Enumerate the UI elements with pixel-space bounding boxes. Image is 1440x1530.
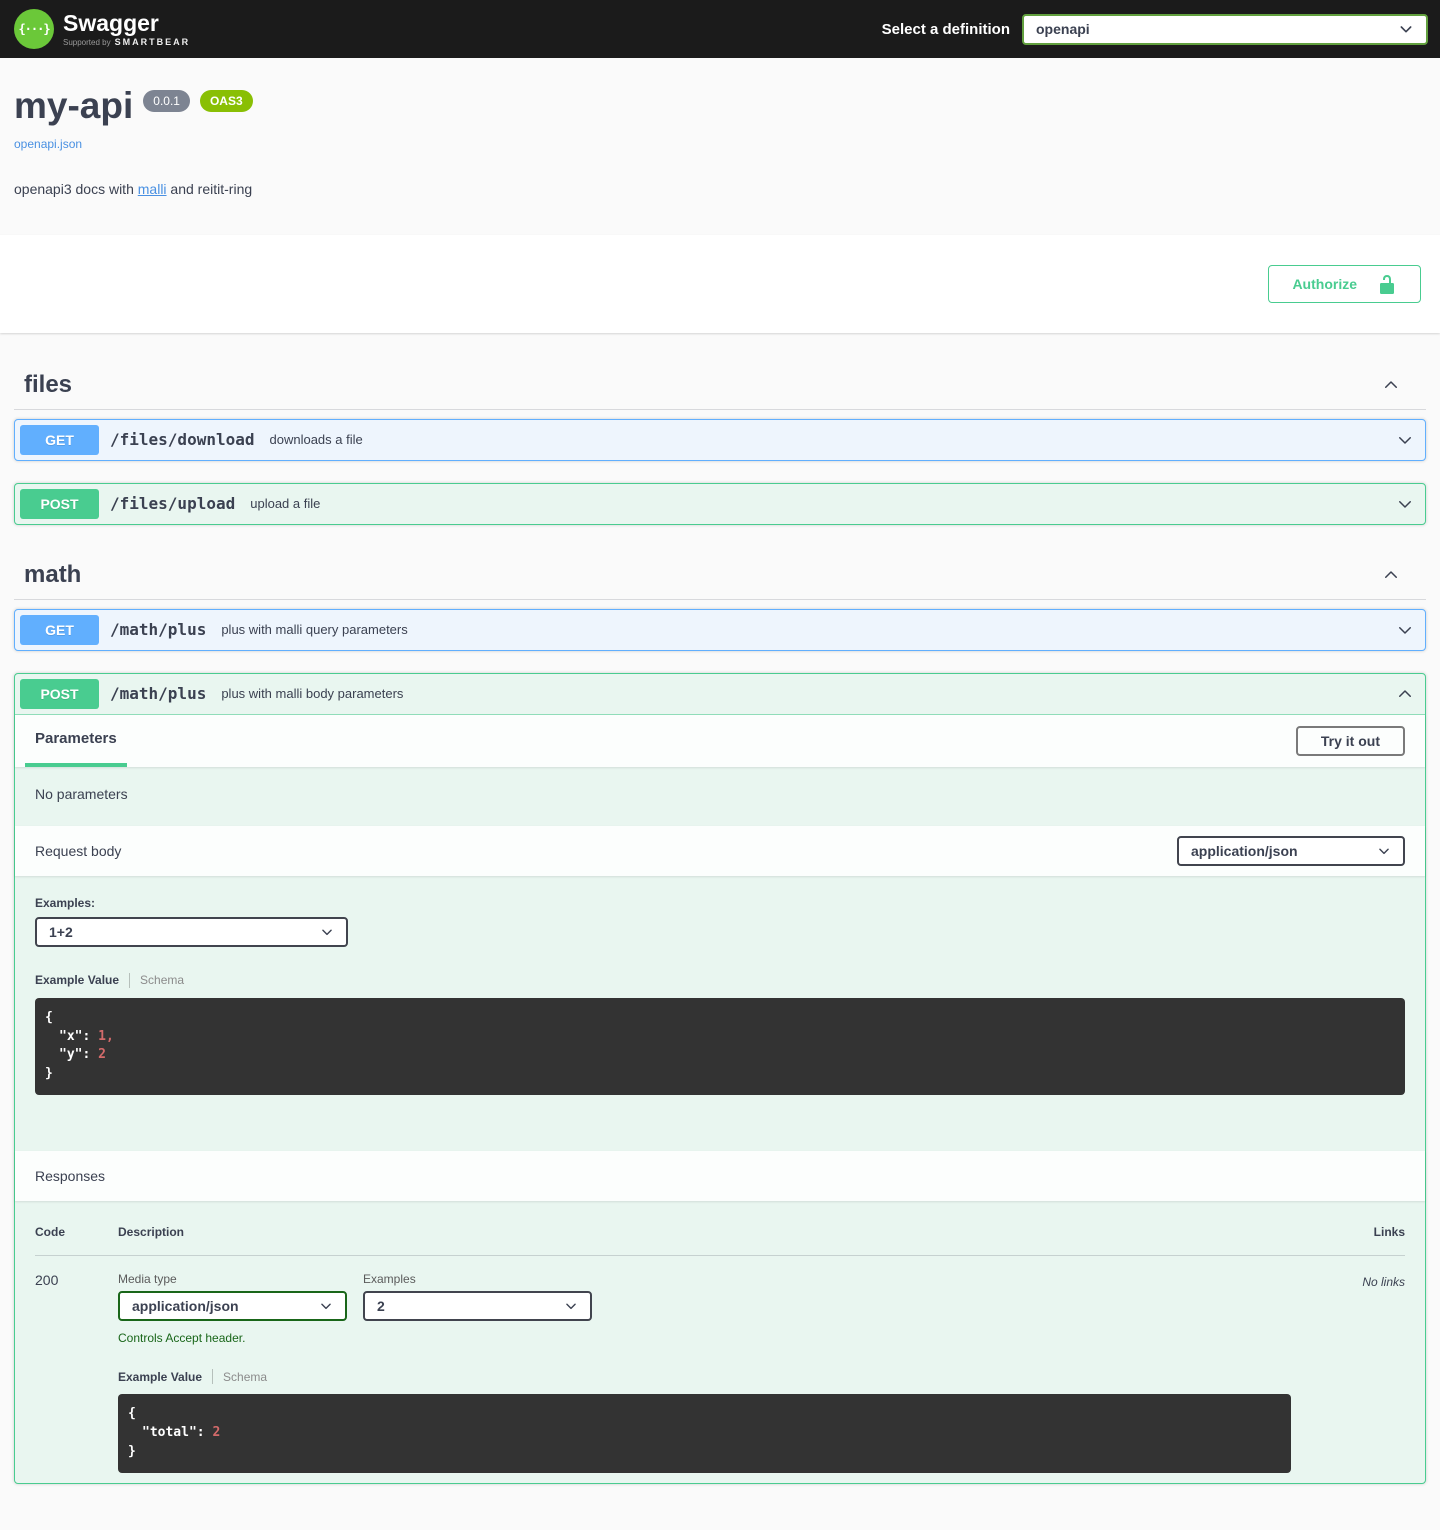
description-column-header: Description xyxy=(118,1225,1291,1239)
info-section: my-api 0.0.1 OAS3 openapi.json openapi3 … xyxy=(0,58,1440,235)
opblock-summary[interactable]: GET /math/plus plus with malli query par… xyxy=(15,610,1425,650)
opblock-summary[interactable]: POST /files/upload upload a file xyxy=(15,484,1425,524)
response-examples-label: Examples xyxy=(363,1272,592,1286)
opblock-summary[interactable]: POST /math/plus plus with malli body par… xyxy=(15,674,1425,715)
request-examples-select[interactable]: 1+2 xyxy=(35,917,348,947)
try-it-out-button[interactable]: Try it out xyxy=(1296,726,1405,756)
operation-summary: downloads a file xyxy=(270,432,1391,447)
responses-label: Responses xyxy=(35,1168,105,1184)
no-links-text: No links xyxy=(1291,1272,1405,1473)
links-column-header: Links xyxy=(1291,1225,1405,1239)
version-badge: 0.0.1 xyxy=(143,90,190,112)
method-badge: GET xyxy=(20,615,99,645)
tab-example-value[interactable]: Example Value xyxy=(118,1370,212,1384)
opblock-get-files-download: GET /files/download downloads a file xyxy=(14,419,1426,461)
chevron-down-icon xyxy=(319,1299,333,1313)
chevron-up-icon xyxy=(1382,566,1400,584)
chevron-down-icon xyxy=(1396,621,1414,639)
operations-wrapper: files GET /files/download downloads a fi… xyxy=(0,361,1440,1530)
tag-title: files xyxy=(24,371,72,399)
chevron-down-icon xyxy=(1396,495,1414,513)
authorize-button[interactable]: Authorize xyxy=(1268,265,1421,303)
response-example-code-block: { "total": 2 } xyxy=(118,1394,1291,1473)
code-column-header: Code xyxy=(35,1225,118,1239)
page-title: my-api xyxy=(14,86,133,127)
brand-name: Swagger xyxy=(63,12,190,35)
operation-path: /files/download xyxy=(110,430,255,449)
collapse-section-button[interactable] xyxy=(1376,566,1406,584)
chevron-down-icon xyxy=(1398,21,1414,37)
api-description: openapi3 docs with malli and reitit-ring xyxy=(14,181,1420,197)
select-definition-label: Select a definition xyxy=(882,21,1010,38)
opblock-post-files-upload: POST /files/upload upload a file xyxy=(14,483,1426,525)
scheme-container: Authorize xyxy=(0,235,1440,333)
response-content-type-select[interactable]: application/json xyxy=(118,1291,347,1321)
opblock-get-math-plus: GET /math/plus plus with malli query par… xyxy=(14,609,1426,651)
chevron-down-icon xyxy=(1377,844,1391,858)
section-body-math: GET /math/plus plus with malli query par… xyxy=(14,600,1426,1510)
section-body-files: GET /files/download downloads a file POS… xyxy=(14,410,1426,551)
operation-path: /files/upload xyxy=(110,494,235,513)
swagger-brand[interactable]: {···} Swagger Supported by SMARTBEAR xyxy=(14,9,190,49)
response-code: 200 xyxy=(35,1272,118,1473)
chevron-up-icon xyxy=(1382,376,1400,394)
operation-summary: plus with malli query parameters xyxy=(221,622,1390,637)
tag-section-header-files[interactable]: files xyxy=(14,361,1426,410)
request-body-content: Examples: 1+2 Example Value Schema { "x"… xyxy=(15,876,1425,1151)
bottom-spacer xyxy=(14,1510,1426,1530)
expand-operation-button[interactable] xyxy=(1390,621,1420,639)
oas-badge: OAS3 xyxy=(200,90,253,112)
model-example-tabs: Example Value Schema xyxy=(35,973,1405,988)
swagger-logo-icon: {···} xyxy=(14,9,54,49)
responses-table: Code Description Links 200 Media type ap… xyxy=(15,1201,1425,1483)
chevron-down-icon xyxy=(320,925,334,939)
response-examples-select[interactable]: 2 xyxy=(363,1291,592,1321)
parameters-header: Parameters Try it out xyxy=(15,715,1425,767)
method-badge: POST xyxy=(20,679,99,709)
response-examples-block: Examples 2 xyxy=(363,1272,592,1345)
media-type-label: Media type xyxy=(118,1272,347,1286)
examples-label: Examples: xyxy=(35,896,1405,910)
chevron-up-icon xyxy=(1396,685,1414,703)
definition-select-value: openapi xyxy=(1036,21,1090,37)
tab-example-value[interactable]: Example Value xyxy=(35,973,129,987)
opblock-summary[interactable]: GET /files/download downloads a file xyxy=(15,420,1425,460)
opblock-post-math-plus: POST /math/plus plus with malli body par… xyxy=(14,673,1426,1484)
brand-subtitle: Supported by SMARTBEAR xyxy=(63,38,190,47)
request-body-label: Request body xyxy=(35,843,121,859)
controls-accept-header-note: Controls Accept header. xyxy=(118,1331,347,1345)
collapse-section-button[interactable] xyxy=(1376,376,1406,394)
expand-operation-button[interactable] xyxy=(1390,431,1420,449)
operation-summary: plus with malli body parameters xyxy=(221,686,1390,701)
operation-summary: upload a file xyxy=(250,496,1390,511)
topbar: {···} Swagger Supported by SMARTBEAR Sel… xyxy=(0,0,1440,58)
tab-schema[interactable]: Schema xyxy=(213,1370,267,1384)
collapse-operation-button[interactable] xyxy=(1390,685,1420,703)
expand-operation-button[interactable] xyxy=(1390,495,1420,513)
smartbear-logo-text: SMARTBEAR xyxy=(115,38,191,47)
operation-path: /math/plus xyxy=(110,684,206,703)
request-body-header: Request body application/json xyxy=(15,826,1425,876)
responses-table-head: Code Description Links xyxy=(35,1219,1405,1256)
model-example-tabs: Example Value Schema xyxy=(118,1369,1291,1384)
tab-schema[interactable]: Schema xyxy=(130,973,184,987)
tab-parameters[interactable]: Parameters xyxy=(25,715,127,767)
request-content-type-select[interactable]: application/json xyxy=(1177,836,1405,866)
tag-section-header-math[interactable]: math xyxy=(14,551,1426,600)
operation-path: /math/plus xyxy=(110,620,206,639)
method-badge: POST xyxy=(20,489,99,519)
chevron-down-icon xyxy=(1396,431,1414,449)
tag-title: math xyxy=(24,561,81,589)
method-badge: GET xyxy=(20,425,99,455)
no-parameters-text: No parameters xyxy=(15,767,1425,826)
chevron-down-icon xyxy=(564,1299,578,1313)
definition-select[interactable]: openapi xyxy=(1022,14,1428,45)
responses-header: Responses xyxy=(15,1151,1425,1201)
malli-link[interactable]: malli xyxy=(138,181,167,197)
media-type-block: Media type application/json Controls Acc… xyxy=(118,1272,347,1345)
unlock-icon xyxy=(1377,274,1397,294)
request-example-code-block: { "x": 1, "y": 2 } xyxy=(35,998,1405,1095)
response-row-200: 200 Media type application/json Controls… xyxy=(35,1256,1405,1473)
spec-url-link[interactable]: openapi.json xyxy=(14,137,82,151)
